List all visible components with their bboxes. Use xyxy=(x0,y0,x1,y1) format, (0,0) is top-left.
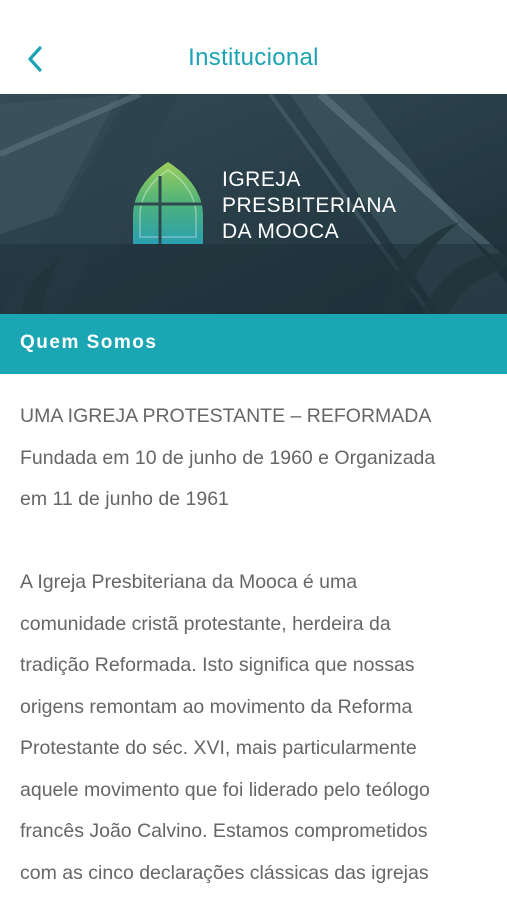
navigation-bar: Institucional xyxy=(0,0,507,94)
page-title: Institucional xyxy=(188,44,319,71)
content-body: UMA IGREJA PROTESTANTE – REFORMADA Funda… xyxy=(20,396,492,894)
section-title: Quem Somos xyxy=(20,332,158,353)
text-line: Fundada em 10 de junho de 1960 e Organiz… xyxy=(20,446,436,469)
text-line: A Igreja Presbiteriana da Mooca é uma xyxy=(20,571,358,593)
text-line: tradição Reformada. Isto significa que n… xyxy=(20,654,415,676)
church-banner: IGREJA PRESBITERIANA DA MOOCA xyxy=(0,94,507,314)
text-line: comunidade cristã protestante, herdeira … xyxy=(20,612,391,635)
body-paragraph: A Igreja Presbiteriana da Mooca é uma co… xyxy=(20,562,492,894)
intro-paragraph: UMA IGREJA PROTESTANTE – REFORMADA Funda… xyxy=(20,396,492,521)
text-line: Protestante do séc. XVI, mais particular… xyxy=(20,737,417,759)
banner-image: IGREJA PRESBITERIANA DA MOOCA xyxy=(0,94,507,314)
text-line: em 11 de junho de 1961 xyxy=(20,488,229,510)
text-line: francês João Calvino. Estamos comprometi… xyxy=(20,820,428,842)
text-line: UMA IGREJA PROTESTANTE – REFORMADA xyxy=(20,405,432,427)
text-line: origens remontam ao movimento da Reforma xyxy=(20,695,413,718)
logo-line-2: PRESBITERIANA xyxy=(222,194,397,217)
text-line: com as cinco declarações clássicas das i… xyxy=(20,861,429,884)
logo-line-1: IGREJA xyxy=(222,168,301,191)
section-header: Quem Somos xyxy=(0,314,507,374)
logo-line-3: DA MOOCA xyxy=(222,220,339,243)
text-line: aquele movimento que foi liderado pelo t… xyxy=(20,778,430,801)
